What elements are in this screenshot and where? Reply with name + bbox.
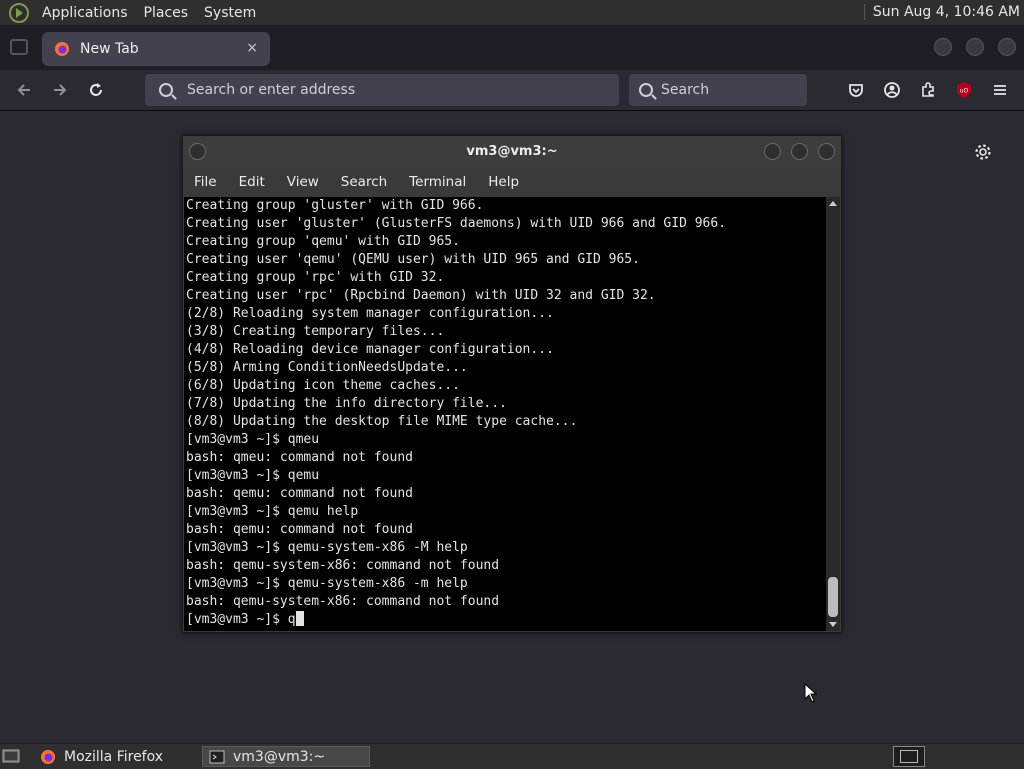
terminal-line: [vm3@vm3 ~]$ qemu-system-x86 -M help — [186, 540, 468, 555]
terminal-menubar: File Edit View Search Terminal Help — [183, 168, 841, 196]
search-icon — [159, 83, 173, 97]
terminal-line: (4/8) Reloading device manager configura… — [186, 342, 554, 357]
back-arrow-icon[interactable] — [13, 79, 35, 101]
search-icon — [639, 83, 653, 97]
menu-search[interactable]: Search — [330, 174, 398, 190]
search-placeholder: Search — [661, 82, 710, 98]
terminal-prompt-line[interactable]: [vm3@vm3 ~]$ q — [184, 611, 826, 629]
menu-terminal[interactable]: Terminal — [398, 174, 477, 190]
reload-icon[interactable] — [85, 79, 107, 101]
clock[interactable]: Sun Aug 4, 10:46 AM — [863, 4, 1020, 20]
taskbar-item-label: Mozilla Firefox — [64, 748, 164, 765]
terminal-line: (3/8) Creating temporary files... — [186, 324, 445, 339]
taskbar-item-label: vm3@vm3:~ — [233, 748, 326, 765]
pocket-icon[interactable] — [845, 79, 867, 101]
terminal-line: bash: qmeu: command not found — [186, 450, 413, 465]
gear-icon[interactable] — [973, 142, 993, 162]
scrollbar-thumb[interactable] — [828, 577, 838, 617]
terminal-title: vm3@vm3:~ — [466, 144, 558, 159]
account-icon[interactable] — [881, 79, 903, 101]
menu-edit[interactable]: Edit — [228, 174, 276, 190]
distro-logo-icon[interactable] — [8, 2, 30, 24]
terminal-line: (2/8) Reloading system manager configura… — [186, 306, 554, 321]
terminal-titlebar[interactable]: vm3@vm3:~ — [183, 136, 841, 168]
ublock-origin-icon[interactable]: uO — [953, 79, 975, 101]
scroll-down-arrow-icon[interactable] — [829, 622, 837, 627]
firefox-icon — [55, 42, 69, 56]
terminal-line: (6/8) Updating icon theme caches... — [186, 378, 460, 393]
terminal-line: (7/8) Updating the info directory file..… — [186, 396, 507, 411]
terminal-close-button[interactable] — [818, 143, 835, 160]
nav-toolbar: Search or enter address Search uO — [0, 70, 1024, 111]
terminal-minimize-button[interactable] — [764, 143, 781, 160]
terminal-line: Creating group 'rpc' with GID 32. — [186, 270, 445, 285]
search-bar[interactable]: Search — [629, 74, 807, 106]
text-cursor — [295, 611, 304, 626]
svg-text:uO: uO — [960, 88, 969, 95]
menu-help[interactable]: Help — [477, 174, 530, 190]
sidebar-toggle-icon[interactable] — [10, 39, 28, 55]
terminal-scrollbar[interactable] — [826, 197, 840, 631]
terminal-line: bash: qemu: command not found — [186, 522, 413, 537]
terminal-output[interactable]: Creating group 'gluster' with GID 966. C… — [184, 197, 826, 631]
terminal-window: vm3@vm3:~ File Edit View Search Terminal… — [182, 135, 842, 633]
address-bar[interactable]: Search or enter address — [145, 74, 619, 106]
terminal-line: Creating user 'gluster' (GlusterFS daemo… — [186, 216, 727, 231]
terminal-line: [vm3@vm3 ~]$ qemu — [186, 468, 320, 483]
terminal-line: bash: qemu: command not found — [186, 486, 413, 501]
taskbar-item-firefox[interactable]: Mozilla Firefox — [34, 746, 200, 767]
terminal-line: [vm3@vm3 ~]$ qemu help — [186, 504, 359, 519]
bottom-taskbar: Mozilla Firefox vm3@vm3:~ — [0, 743, 1024, 769]
tab-strip: New Tab × — [0, 26, 1024, 70]
terminal-line: bash: qemu-system-x86: command not found — [186, 594, 500, 609]
menu-places[interactable]: Places — [136, 5, 197, 21]
terminal-current-input: q — [287, 612, 296, 627]
tab-title: New Tab — [80, 41, 139, 57]
menu-file[interactable]: File — [183, 174, 228, 190]
minimize-button[interactable] — [934, 38, 952, 56]
address-placeholder: Search or enter address — [187, 82, 356, 98]
maximize-button[interactable] — [966, 38, 984, 56]
taskbar-item-terminal[interactable]: vm3@vm3:~ — [202, 746, 370, 767]
scroll-up-arrow-icon[interactable] — [829, 201, 837, 206]
tab-close-icon[interactable]: × — [246, 40, 258, 56]
tab-new-tab[interactable]: New Tab × — [42, 32, 270, 66]
close-window-button[interactable] — [998, 38, 1016, 56]
terminal-line: [vm3@vm3 ~]$ qemu-system-x86 -m help — [186, 576, 468, 591]
forward-arrow-icon[interactable] — [49, 79, 71, 101]
terminal-line: [vm3@vm3 ~]$ qmeu — [186, 432, 320, 447]
hamburger-menu-icon[interactable] — [989, 79, 1011, 101]
mouse-pointer-icon — [804, 683, 818, 703]
terminal-line: (5/8) Arming ConditionNeedsUpdate... — [186, 360, 468, 375]
terminal-line: Creating group 'gluster' with GID 966. — [186, 198, 484, 213]
show-desktop-icon[interactable] — [2, 748, 20, 764]
menu-view[interactable]: View — [276, 174, 330, 190]
terminal-line: Creating user 'qemu' (QEMU user) with UI… — [186, 252, 640, 267]
workspace-switcher[interactable] — [893, 746, 925, 767]
terminal-line: (8/8) Updating the desktop file MIME typ… — [186, 414, 578, 429]
terminal-prompt: [vm3@vm3 ~]$ — [186, 612, 288, 627]
window-menu-button[interactable] — [189, 143, 206, 160]
terminal-maximize-button[interactable] — [791, 143, 808, 160]
menu-system[interactable]: System — [196, 5, 264, 21]
menu-applications[interactable]: Applications — [34, 5, 136, 21]
terminal-icon — [209, 750, 225, 763]
terminal-line: Creating group 'qemu' with GID 965. — [186, 234, 460, 249]
terminal-line: Creating user 'rpc' (Rpcbind Daemon) wit… — [186, 288, 656, 303]
top-panel: Applications Places System Sun Aug 4, 10… — [0, 0, 1024, 26]
firefox-icon — [41, 749, 55, 764]
extensions-puzzle-icon[interactable] — [917, 79, 939, 101]
terminal-line: bash: qemu-system-x86: command not found — [186, 558, 500, 573]
